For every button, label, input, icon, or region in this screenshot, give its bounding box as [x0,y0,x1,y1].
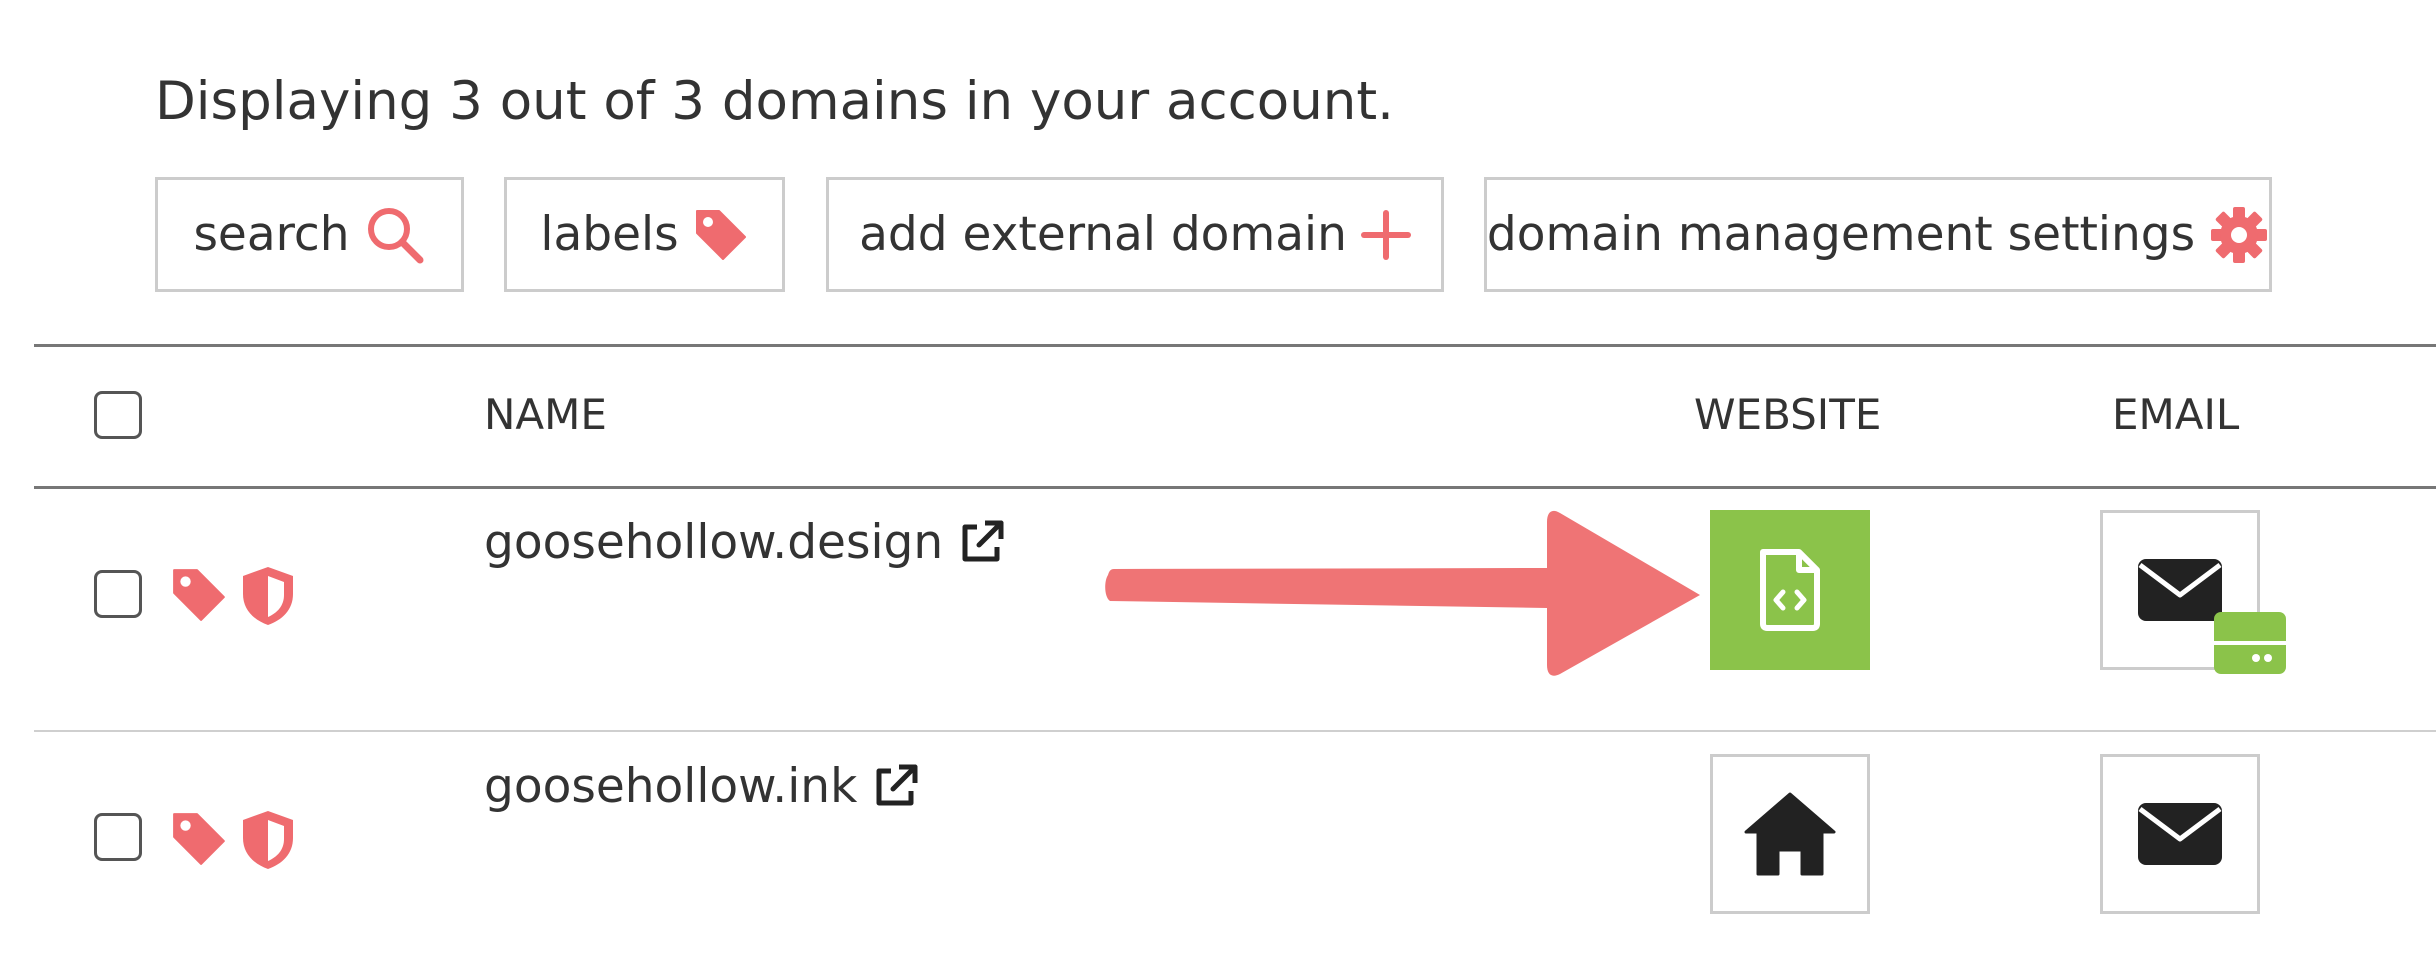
domain-name: goosehollow.design [484,515,944,570]
labels-button[interactable]: labels [504,177,785,292]
tag-icon [693,207,749,263]
search-button[interactable]: search [155,177,464,292]
row-checkbox[interactable] [94,813,142,861]
website-tile[interactable] [1710,754,1870,914]
table-top-rule [34,344,2436,347]
domains-summary: Displaying 3 out of 3 domains in your ac… [155,71,1395,132]
email-tile[interactable] [2100,754,2260,914]
add-external-domain-label: add external domain [859,207,1347,262]
column-header-email: EMAIL [2112,390,2240,439]
column-header-name: NAME [484,390,607,439]
select-all-checkbox[interactable] [94,391,142,439]
tag-icon[interactable] [170,810,228,868]
domain-management-settings-button[interactable]: domain management settings [1484,177,2272,292]
gear-icon [2209,205,2269,265]
shield-icon[interactable] [238,564,298,628]
plus-icon [1360,209,1411,260]
row-divider [34,730,2436,732]
annotation-arrow [1105,510,1700,676]
website-tile[interactable] [1710,510,1870,670]
search-icon [364,204,426,266]
shield-icon[interactable] [238,808,298,872]
labels-button-label: labels [540,207,679,262]
envelope-icon [2138,803,2222,865]
tag-icon[interactable] [170,566,228,624]
home-icon [1744,792,1836,876]
row-checkbox[interactable] [94,570,142,618]
external-link-icon [876,764,918,806]
domain-name: goosehollow.ink [484,759,858,814]
column-header-website: WEBSITE [1694,390,1882,439]
add-external-domain-button[interactable]: add external domain [826,177,1444,292]
table-header-rule [34,486,2436,489]
search-button-label: search [193,207,350,262]
domain-link[interactable]: goosehollow.ink [484,754,919,820]
domain-link[interactable]: goosehollow.design [484,510,1005,576]
envelope-icon [2138,559,2222,621]
domain-management-settings-label: domain management settings [1486,207,2196,262]
server-icon [2214,612,2286,674]
code-file-icon [1760,549,1820,631]
external-link-icon [962,520,1004,562]
